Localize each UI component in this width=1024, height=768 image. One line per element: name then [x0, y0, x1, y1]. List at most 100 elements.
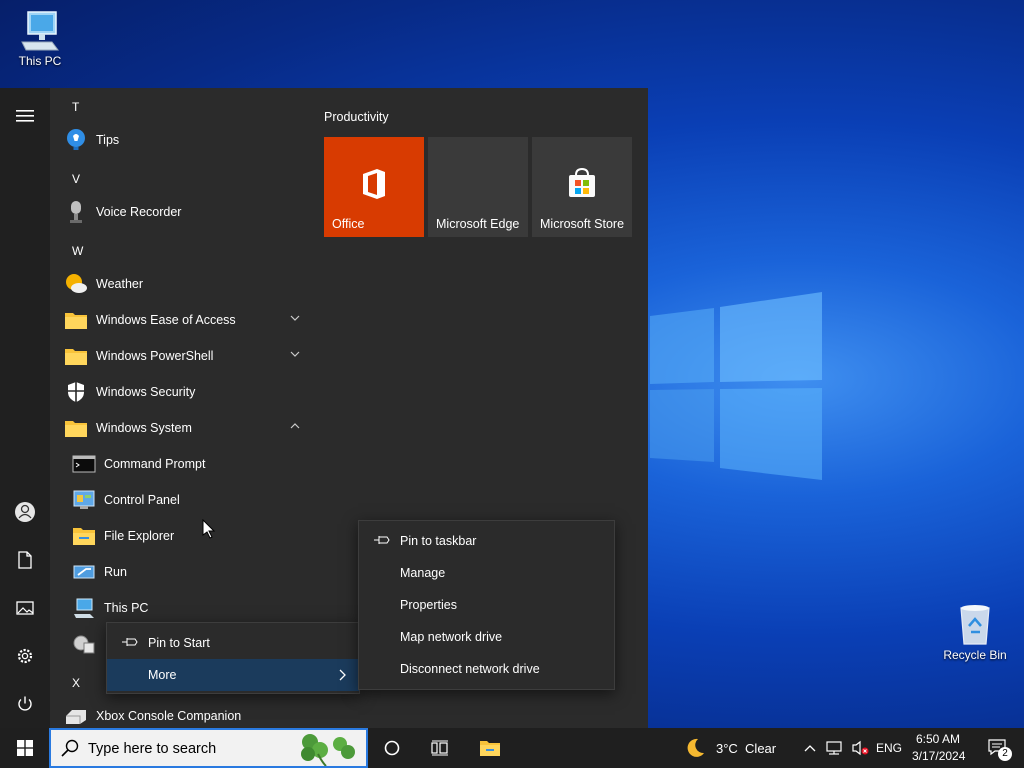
- hamburger-menu-button[interactable]: [0, 96, 50, 136]
- menu-item-label: Pin to taskbar: [400, 534, 477, 548]
- desktop-icon-recycle-bin[interactable]: Recycle Bin: [935, 602, 1015, 662]
- tile-label: Microsoft Store: [540, 217, 625, 231]
- tile-microsoft-edge[interactable]: Microsoft Edge: [428, 137, 528, 237]
- app-weather[interactable]: Weather: [50, 267, 312, 301]
- search-placeholder: Type here to search: [88, 741, 217, 757]
- app-label: Weather: [96, 277, 144, 291]
- menu-item-map-network-drive[interactable]: Map network drive: [359, 621, 614, 653]
- folder-icon: [480, 741, 500, 756]
- power-button[interactable]: [0, 684, 50, 724]
- cortana-button[interactable]: [372, 728, 412, 768]
- app-windows-security[interactable]: Windows Security: [50, 375, 312, 409]
- folder-icon: [64, 344, 88, 368]
- clock-time[interactable]: 6:50 AM: [916, 732, 960, 746]
- hamburger-icon: [16, 110, 34, 122]
- app-label: Command Prompt: [104, 457, 206, 471]
- start-rail: [0, 88, 50, 728]
- app-command-prompt[interactable]: Command Prompt: [50, 447, 312, 481]
- pictures-button[interactable]: [0, 588, 50, 628]
- clock-date[interactable]: 3/17/2024: [912, 749, 965, 763]
- tile-microsoft-store[interactable]: Microsoft Store: [532, 137, 632, 237]
- app-label: Windows PowerShell: [96, 349, 214, 363]
- chevron-down-icon[interactable]: [290, 351, 300, 357]
- menu-item-more[interactable]: More: [107, 659, 359, 691]
- chevron-up-icon[interactable]: [290, 423, 300, 429]
- menu-item-manage[interactable]: Manage: [359, 557, 614, 589]
- app-label: Windows System: [96, 421, 192, 435]
- section-letter-t[interactable]: T: [72, 100, 79, 114]
- section-letter-x[interactable]: X: [72, 676, 80, 690]
- search-input[interactable]: Type here to search: [49, 728, 368, 768]
- task-manager-icon: [72, 632, 96, 656]
- cortana-icon: [384, 740, 400, 756]
- chevron-up-icon: [804, 745, 816, 752]
- terminal-icon: [72, 452, 96, 476]
- computer-icon: [72, 596, 96, 620]
- app-run[interactable]: Run: [50, 555, 312, 589]
- mouse-cursor-icon: [202, 519, 216, 539]
- clover-decoration-icon: [301, 734, 355, 766]
- volume-muted-icon: [852, 740, 869, 756]
- folder-icon: [64, 308, 88, 332]
- folder-windows-ease-of-access[interactable]: Windows Ease of Access: [50, 303, 312, 337]
- weather-widget[interactable]: 3°C Clear: [684, 728, 784, 768]
- section-letter-v[interactable]: V: [72, 172, 80, 186]
- app-voice-recorder[interactable]: Voice Recorder: [50, 195, 312, 229]
- menu-item-label: Manage: [400, 566, 446, 580]
- app-label: This PC: [104, 601, 149, 615]
- xbox-icon: [64, 704, 88, 728]
- chevron-down-icon[interactable]: [290, 315, 300, 321]
- menu-item-label: Map network drive: [400, 630, 503, 644]
- recycle-bin-icon: [960, 605, 990, 645]
- task-view-button[interactable]: [420, 728, 460, 768]
- shield-icon: [64, 380, 88, 404]
- user-icon: [15, 502, 35, 522]
- account-button[interactable]: [0, 492, 50, 532]
- menu-item-label: Properties: [400, 598, 457, 612]
- menu-item-properties[interactable]: Properties: [359, 589, 614, 621]
- context-menu-more: Pin to taskbar Manage Properties Map net…: [358, 520, 615, 690]
- settings-button[interactable]: [0, 636, 50, 676]
- menu-item-label: Pin to Start: [148, 636, 210, 650]
- tile-office[interactable]: Office: [324, 137, 424, 237]
- computer-icon: [21, 11, 59, 51]
- pin-icon: [374, 536, 390, 544]
- file-explorer-taskbar-button[interactable]: [470, 728, 510, 768]
- app-tips[interactable]: Tips: [50, 123, 312, 157]
- app-label: File Explorer: [104, 529, 175, 543]
- app-file-explorer[interactable]: File Explorer: [50, 519, 312, 553]
- picture-icon: [16, 601, 34, 615]
- menu-item-pin-to-taskbar[interactable]: Pin to taskbar: [359, 525, 614, 557]
- app-label: Voice Recorder: [96, 205, 182, 219]
- start-button[interactable]: [0, 728, 49, 768]
- windows-logo-wallpaper: [650, 292, 822, 480]
- document-icon: [18, 551, 32, 569]
- app-label: Windows Security: [96, 385, 196, 399]
- tiles-group-title[interactable]: Productivity: [324, 110, 389, 124]
- notification-count-badge: 2: [998, 747, 1012, 761]
- app-this-pc[interactable]: This PC: [50, 591, 312, 625]
- desktop-icon-label: This PC: [18, 54, 62, 68]
- app-label: Xbox Console Companion: [96, 709, 242, 723]
- network-icon: [826, 741, 842, 755]
- folder-windows-system[interactable]: Windows System: [50, 411, 312, 445]
- menu-item-disconnect-network-drive[interactable]: Disconnect network drive: [359, 653, 614, 685]
- language-indicator[interactable]: ENG: [876, 741, 902, 755]
- volume-button[interactable]: [848, 728, 872, 768]
- section-letter-w[interactable]: W: [72, 244, 83, 258]
- show-hidden-icons-button[interactable]: [800, 728, 820, 768]
- gear-icon: [17, 648, 33, 664]
- desktop-icon-this-pc[interactable]: This PC: [0, 8, 80, 68]
- app-label: Control Panel: [104, 493, 180, 507]
- search-icon: [61, 739, 79, 757]
- app-control-panel[interactable]: Control Panel: [50, 483, 312, 517]
- menu-item-pin-to-start[interactable]: Pin to Start: [107, 627, 359, 659]
- folder-windows-powershell[interactable]: Windows PowerShell: [50, 339, 312, 373]
- control-panel-icon: [72, 488, 96, 512]
- run-icon: [72, 560, 96, 584]
- folder-icon: [72, 524, 96, 548]
- context-menu-primary: Pin to Start More: [106, 622, 360, 694]
- documents-button[interactable]: [0, 540, 50, 580]
- action-center-button[interactable]: 2: [978, 728, 1018, 768]
- network-button[interactable]: [822, 728, 846, 768]
